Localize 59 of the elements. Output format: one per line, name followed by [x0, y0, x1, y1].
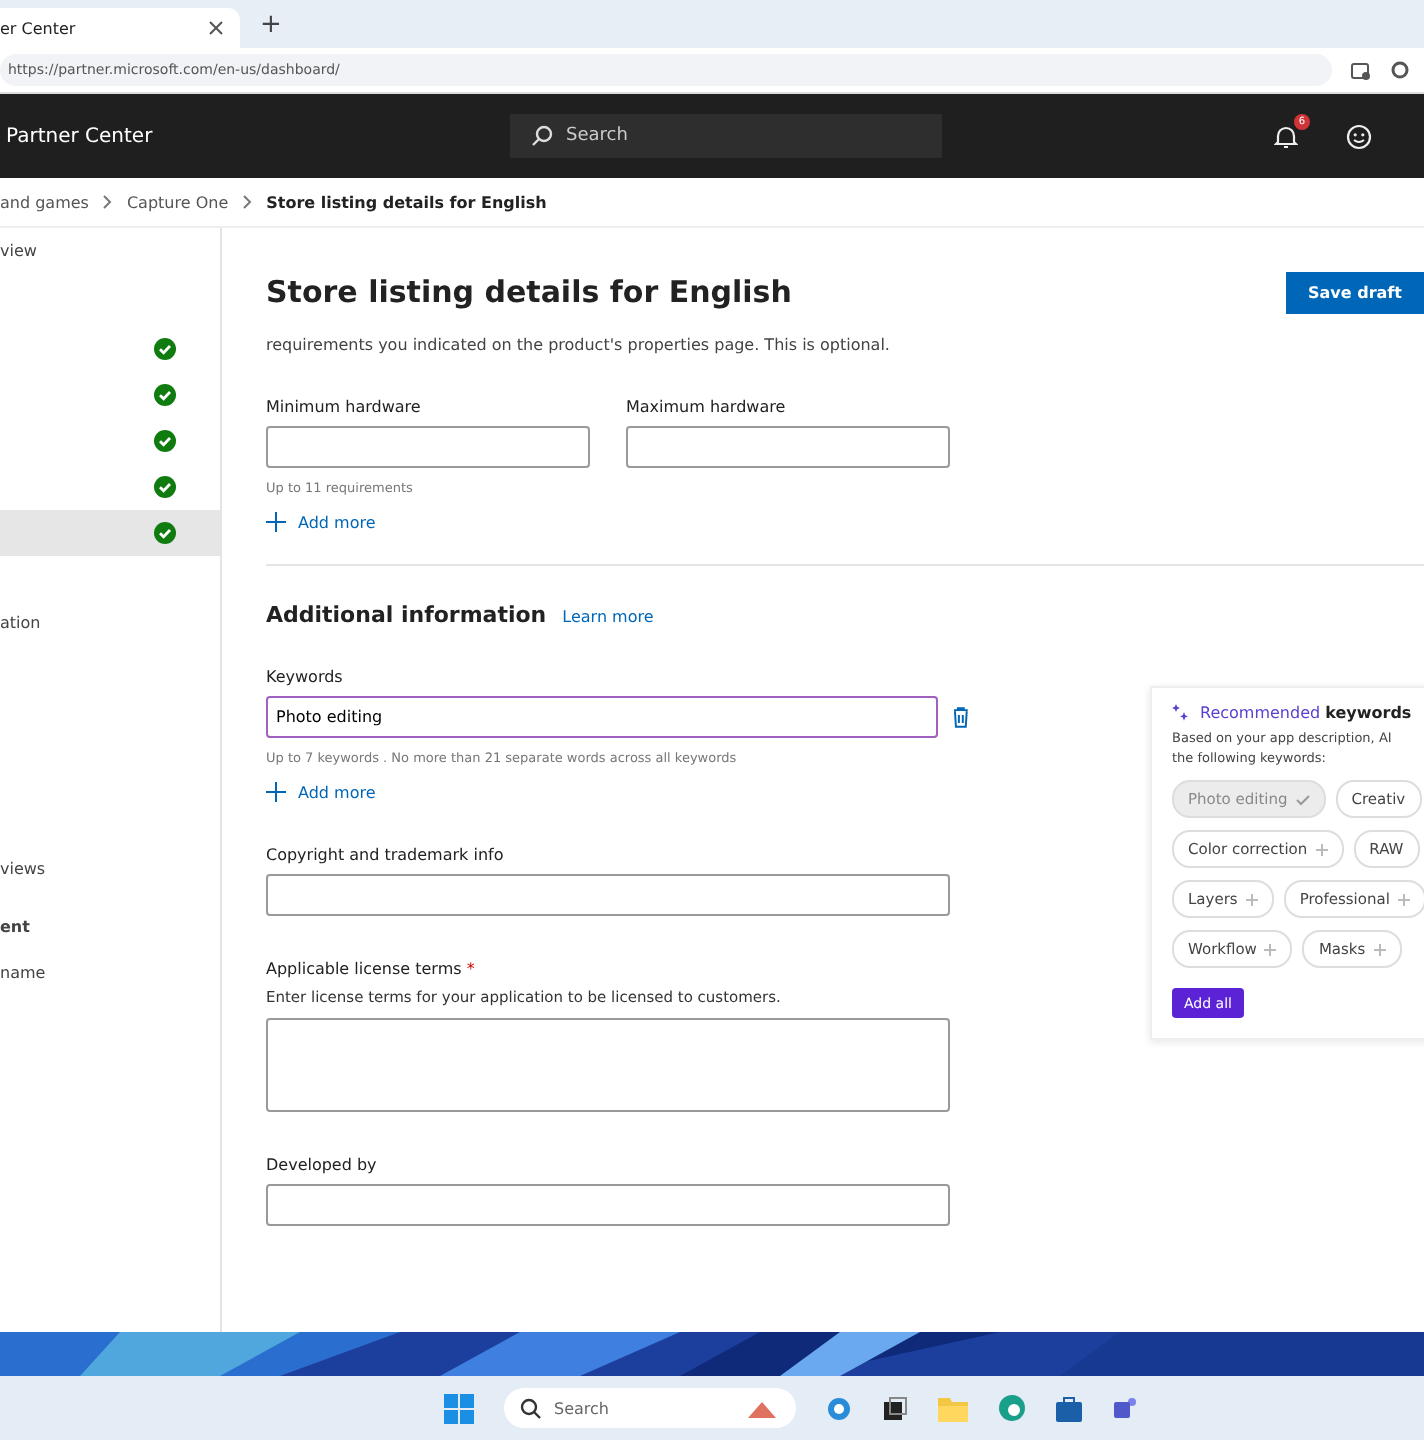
plus-icon: [1397, 893, 1410, 905]
plus-icon: [266, 512, 286, 532]
trash-icon[interactable]: [952, 706, 970, 728]
search-icon: [520, 1397, 542, 1419]
smiley-icon[interactable]: [1346, 123, 1372, 149]
section-heading: Additional information: [266, 602, 547, 628]
sidebar-item[interactable]: view: [0, 228, 220, 274]
close-icon[interactable]: [208, 20, 224, 36]
checkmark-icon: [154, 384, 176, 406]
input-field[interactable]: [266, 1184, 950, 1226]
breadcrumb-link[interactable]: Capture One: [126, 193, 229, 211]
plus-icon: [266, 782, 286, 802]
check-icon: [1295, 793, 1310, 805]
description-text: requirements you indicated on the product's properties page. This is optional.: [266, 336, 892, 354]
chevron-icon: [102, 194, 113, 210]
text-area[interactable]: [266, 1018, 950, 1112]
page-title: Store listing details for English: [266, 274, 792, 310]
bell-icon[interactable]: [1274, 123, 1298, 149]
input-field[interactable]: [266, 426, 590, 468]
chevron-icon: [242, 194, 253, 210]
add-more-link[interactable]: Add more: [266, 782, 970, 802]
browser-tab[interactable]: er Center: [0, 8, 240, 48]
checkmark-icon: [154, 522, 176, 544]
taskbar-search-field[interactable]: Search: [504, 1388, 796, 1428]
field-label: Copyright and trademark info: [266, 846, 506, 864]
keyword-field[interactable]: Photo editing: [266, 696, 939, 738]
field-label: Developed by: [266, 1156, 379, 1174]
save-draft-button[interactable]: Save draft: [1286, 271, 1424, 313]
card-title: Recommended keywords: [1200, 704, 1412, 722]
input-field[interactable]: [626, 426, 950, 468]
new-tab-button[interactable]: +: [260, 9, 282, 39]
input-field[interactable]: [266, 874, 950, 916]
sidebar-item[interactable]: ent: [0, 904, 220, 950]
checkmark-icon: [154, 338, 176, 360]
search-icon: [530, 124, 554, 148]
plus-icon: [1373, 943, 1386, 955]
sidebar-item[interactable]: ation: [0, 600, 220, 646]
sidebar-item[interactable]: views: [0, 846, 220, 892]
sidebar-item[interactable]: name: [0, 950, 220, 996]
field-label: Maximum hardware: [626, 398, 788, 416]
plus-icon: [1264, 943, 1277, 955]
checkmark-icon: [154, 430, 176, 452]
learn-more-link[interactable]: Learn more: [562, 608, 654, 626]
store-icon[interactable]: [1056, 1395, 1082, 1421]
field-label: Applicable license terms *: [266, 960, 477, 978]
field-label: Keywords: [266, 668, 345, 686]
extension-icon[interactable]: [1348, 58, 1372, 82]
field-label: Minimum hardware: [266, 398, 423, 416]
sidebar-item[interactable]: [0, 510, 220, 556]
search-field[interactable]: Search: [510, 114, 942, 158]
windows-start-icon[interactable]: [444, 1393, 474, 1423]
task-view-icon[interactable]: [882, 1395, 908, 1421]
add-more-link[interactable]: Add more: [266, 512, 970, 532]
breadcrumb-link[interactable]: and games: [0, 193, 89, 211]
sparkle-icon: [1172, 704, 1190, 722]
plus-icon: [1315, 843, 1328, 855]
plus-icon: [1245, 893, 1258, 905]
app-name: Partner Center: [6, 125, 155, 147]
checkmark-icon: [154, 476, 176, 498]
